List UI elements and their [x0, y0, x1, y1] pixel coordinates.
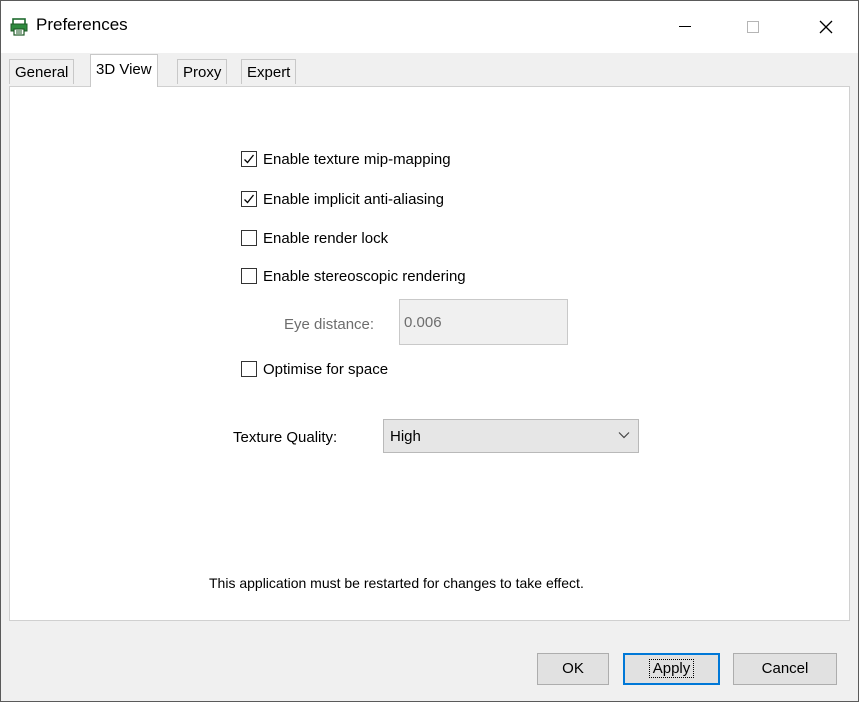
- optimise-space-checkbox[interactable]: Optimise for space: [241, 359, 388, 379]
- texture-quality-select[interactable]: High: [383, 419, 639, 453]
- tab-3d-view[interactable]: 3D View: [90, 54, 158, 87]
- preferences-window: Preferences General 3D View Proxy Expert…: [0, 0, 859, 702]
- eye-distance-label: Eye distance:: [284, 316, 375, 333]
- apply-button-label: Apply: [648, 659, 695, 678]
- checkbox-label: Enable render lock: [263, 229, 389, 247]
- tab-expert[interactable]: Expert: [241, 59, 297, 84]
- chevron-down-icon: [618, 432, 630, 439]
- mip-mapping-checkbox[interactable]: Enable texture mip-mapping: [241, 149, 451, 169]
- minimize-icon: [679, 26, 691, 27]
- checkbox-box[interactable]: [241, 361, 257, 377]
- stereoscopic-checkbox[interactable]: Enable stereoscopic rendering: [241, 266, 466, 286]
- checkmark-icon: [244, 194, 255, 204]
- tab-general[interactable]: General: [9, 59, 75, 84]
- anti-aliasing-checkbox[interactable]: Enable implicit anti-aliasing: [241, 189, 444, 209]
- close-icon: [819, 20, 833, 34]
- cancel-button[interactable]: Cancel: [733, 653, 837, 685]
- eye-distance-input: 0.006: [399, 299, 568, 345]
- printer-app-icon: [10, 18, 28, 36]
- apply-button[interactable]: Apply: [623, 653, 720, 685]
- maximize-icon: [747, 21, 759, 33]
- window-title: Preferences: [36, 15, 128, 34]
- texture-quality-label: Texture Quality:: [233, 429, 338, 446]
- title-bar[interactable]: Preferences: [1, 1, 858, 53]
- close-button[interactable]: [801, 1, 851, 53]
- ok-button[interactable]: OK: [537, 653, 609, 685]
- checkbox-box[interactable]: [241, 191, 257, 207]
- checkbox-label: Enable texture mip-mapping: [263, 150, 451, 168]
- checkbox-box[interactable]: [241, 230, 257, 246]
- restart-notice: This application must be restarted for c…: [209, 575, 584, 591]
- checkbox-label: Enable implicit anti-aliasing: [263, 190, 444, 208]
- checkbox-label: Optimise for space: [263, 360, 389, 378]
- maximize-button[interactable]: [728, 1, 778, 53]
- checkbox-label: Enable stereoscopic rendering: [263, 267, 466, 285]
- render-lock-checkbox[interactable]: Enable render lock: [241, 228, 388, 248]
- checkbox-box[interactable]: [241, 151, 257, 167]
- tab-proxy[interactable]: Proxy: [177, 59, 228, 84]
- checkbox-box[interactable]: [241, 268, 257, 284]
- minimize-button[interactable]: [660, 1, 710, 53]
- checkmark-icon: [244, 154, 255, 164]
- texture-quality-value: High: [390, 428, 421, 445]
